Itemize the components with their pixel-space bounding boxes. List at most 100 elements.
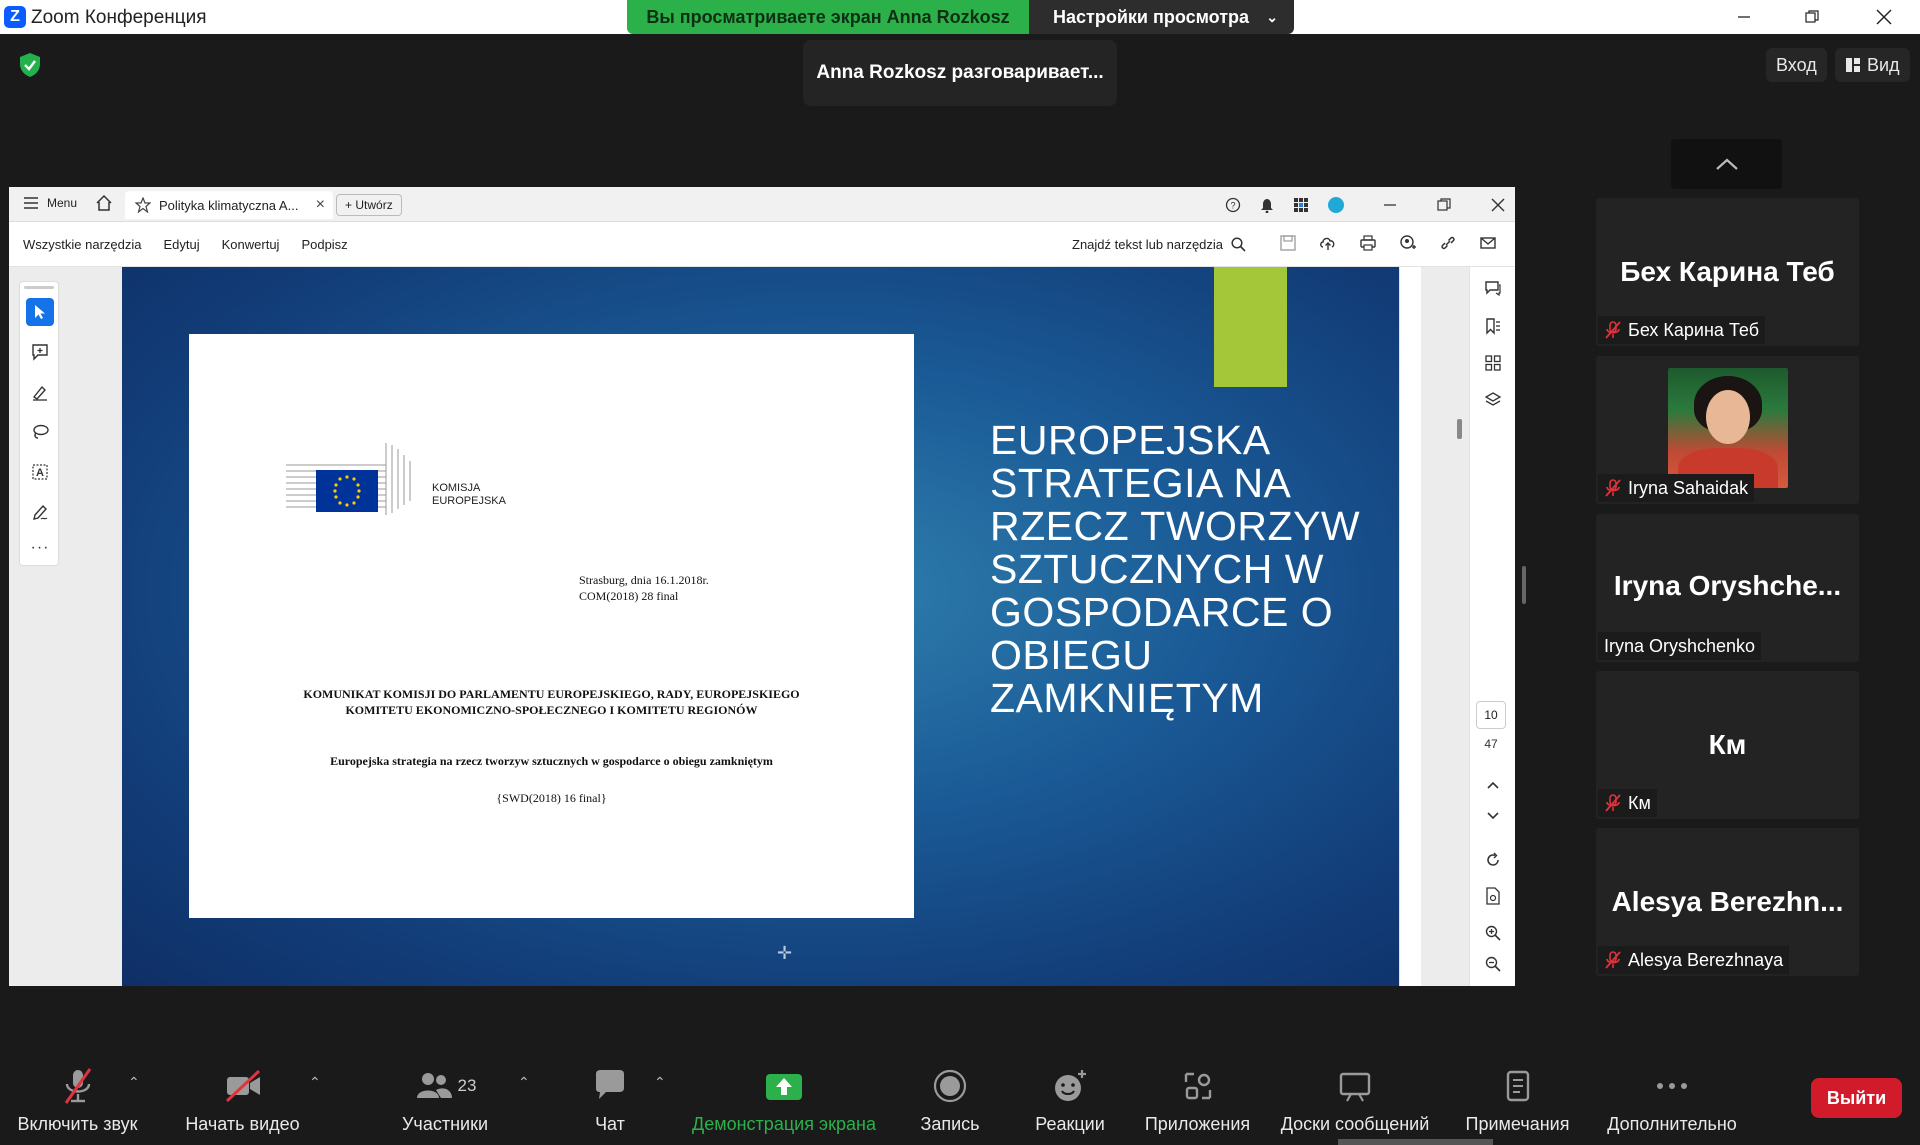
chevron-down-icon[interactable] — [1483, 806, 1503, 826]
apps-grid-icon[interactable] — [1293, 197, 1309, 213]
participant-name-label: Км — [1598, 789, 1657, 817]
create-button[interactable]: + Utwórz — [336, 194, 402, 216]
comments-icon[interactable] — [1483, 279, 1503, 299]
participant-tile[interactable]: Км Км — [1596, 671, 1859, 819]
shared-screen[interactable]: Menu Polityka klimatyczna A... × + Utwór… — [9, 187, 1515, 986]
zoom-out-icon[interactable] — [1483, 954, 1503, 974]
participant-video — [1668, 368, 1788, 488]
audio-options-chevron-icon[interactable]: ⌃ — [128, 1074, 140, 1091]
participant-name: Iryna Oryshchenko — [1604, 636, 1756, 656]
draw-lasso-icon[interactable] — [26, 418, 54, 446]
add-comment-icon[interactable] — [26, 338, 54, 366]
panel-grip[interactable] — [24, 286, 54, 289]
participant-tile[interactable]: Iryna Sahaidak — [1596, 356, 1859, 504]
participant-name: Alesya Berezhnaya — [1628, 950, 1784, 970]
acrobat-restore-icon[interactable] — [1437, 198, 1451, 212]
logo-text-line2: EUROPEJSKA — [432, 495, 507, 507]
share-screen-icon — [766, 1074, 802, 1100]
document-scroll-track[interactable] — [1399, 267, 1421, 986]
more-tools-icon[interactable]: ··· — [26, 534, 54, 562]
page-extract-icon[interactable] — [1483, 886, 1503, 906]
leave-meeting-button[interactable]: Выйти — [1811, 1078, 1902, 1118]
window-titlebar: Z Zoom Конференция Вы просматриваете экр… — [0, 0, 1920, 34]
tool-convert[interactable]: Konwertuj — [222, 237, 280, 252]
save-icon[interactable] — [1279, 234, 1297, 252]
link-icon[interactable] — [1439, 234, 1457, 252]
signin-button[interactable]: Вход — [1766, 48, 1827, 82]
more-button[interactable]: Дополнительно — [1602, 1066, 1742, 1135]
layers-icon[interactable] — [1483, 390, 1503, 410]
share-people-icon[interactable] — [1399, 234, 1417, 252]
zoom-in-icon[interactable] — [1483, 923, 1503, 943]
mic-muted-icon — [1605, 321, 1621, 339]
thumbnails-icon[interactable] — [1483, 353, 1503, 373]
participant-tile[interactable]: Iryna Oryshche... Iryna Oryshchenko — [1596, 514, 1859, 662]
encryption-shield-icon[interactable] — [18, 52, 42, 78]
right-tools-rail: 10 47 — [1469, 267, 1515, 986]
tool-sign[interactable]: Podpisz — [301, 237, 347, 252]
notes-button[interactable]: Примечания — [1460, 1066, 1575, 1135]
close-tab-icon[interactable]: × — [316, 196, 325, 214]
upload-cloud-icon[interactable] — [1319, 234, 1337, 252]
select-tool-icon[interactable] — [26, 298, 54, 326]
reactions-button[interactable]: Реакции — [1030, 1066, 1110, 1135]
gallery-scroll-up-button[interactable] — [1671, 139, 1782, 189]
bell-icon[interactable] — [1259, 197, 1275, 213]
participant-display-name: Км — [1708, 729, 1747, 760]
acrobat-minimize-icon[interactable] — [1383, 198, 1397, 212]
highlight-pen-icon[interactable] — [26, 378, 54, 406]
apps-button[interactable]: Приложения — [1140, 1066, 1255, 1135]
tool-edit[interactable]: Edytuj — [163, 237, 199, 252]
mic-muted-icon — [64, 1068, 91, 1104]
video-options-chevron-icon[interactable]: ⌃ — [309, 1074, 321, 1091]
help-icon[interactable]: ? — [1225, 197, 1241, 213]
panel-resize-handle[interactable] — [1522, 566, 1526, 604]
chevron-down-icon: ⌄ — [1266, 9, 1278, 25]
star-icon[interactable] — [135, 197, 151, 213]
bookmarks-icon[interactable] — [1483, 316, 1503, 336]
participant-tile[interactable]: Бех Карина Теб Бех Карина Теб — [1596, 198, 1859, 346]
chat-options-chevron-icon[interactable]: ⌃ — [654, 1074, 666, 1091]
document-scroll-thumb[interactable] — [1457, 419, 1462, 439]
participants-button[interactable]: 23 Участники — [395, 1066, 495, 1135]
unmute-button[interactable]: Включить звук — [10, 1066, 145, 1135]
text-box-icon[interactable]: A — [26, 458, 54, 486]
minimize-button[interactable] — [1716, 0, 1772, 34]
sign-pen-icon[interactable] — [26, 498, 54, 526]
view-settings-label: Настройки просмотра — [1053, 7, 1250, 27]
participant-tile[interactable]: Alesya Berezhn... Alesya Berezhnaya — [1596, 828, 1859, 976]
acrobat-document-tab[interactable]: Polityka klimatyczna A... × — [125, 191, 333, 219]
rotate-icon[interactable] — [1483, 850, 1503, 870]
view-button[interactable]: Вид — [1835, 48, 1910, 82]
whiteboards-button[interactable]: Доски сообщений — [1275, 1066, 1435, 1135]
acrobat-close-icon[interactable] — [1491, 198, 1505, 212]
create-label: Utwórz — [355, 198, 393, 212]
participant-display-name: Бех Карина Теб — [1620, 256, 1835, 287]
email-icon[interactable] — [1479, 234, 1497, 252]
chat-button[interactable]: Чат — [580, 1066, 640, 1135]
acrobat-action-icons — [1279, 234, 1497, 252]
print-icon[interactable] — [1359, 234, 1377, 252]
participant-name: Бех Карина Теб — [1628, 320, 1760, 340]
share-screen-button[interactable]: Демонстрация экрана — [685, 1066, 883, 1135]
close-icon — [1876, 9, 1892, 25]
find-tools-search[interactable]: Znajdź tekst lub narzędzia — [1072, 237, 1246, 252]
home-icon[interactable] — [95, 194, 113, 212]
current-page-input[interactable]: 10 — [1476, 701, 1506, 729]
participants-options-chevron-icon[interactable]: ⌃ — [518, 1074, 530, 1091]
chevron-up-icon[interactable] — [1483, 775, 1503, 795]
presentation-slide: EUROPEJSKA STRATEGIA NA RZECZ TWORZYW SZ… — [122, 267, 1399, 986]
close-window-button[interactable] — [1856, 0, 1912, 34]
search-icon — [1231, 237, 1246, 252]
restore-icon — [1805, 10, 1819, 23]
unmute-label: Включить звук — [17, 1114, 138, 1134]
restore-button[interactable] — [1784, 0, 1840, 34]
view-settings-button[interactable]: Настройки просмотра ⌄ — [1029, 0, 1294, 34]
tool-all-tools[interactable]: Wszystkie narzędzia — [23, 237, 141, 252]
participants-label: Участники — [402, 1114, 488, 1134]
ai-assistant-icon[interactable] — [1327, 196, 1345, 214]
svg-text:?: ? — [1230, 201, 1235, 211]
acrobat-menu-button[interactable]: Menu — [23, 196, 77, 210]
start-video-button[interactable]: Начать видео — [180, 1066, 305, 1135]
record-button[interactable]: Запись — [915, 1066, 985, 1135]
